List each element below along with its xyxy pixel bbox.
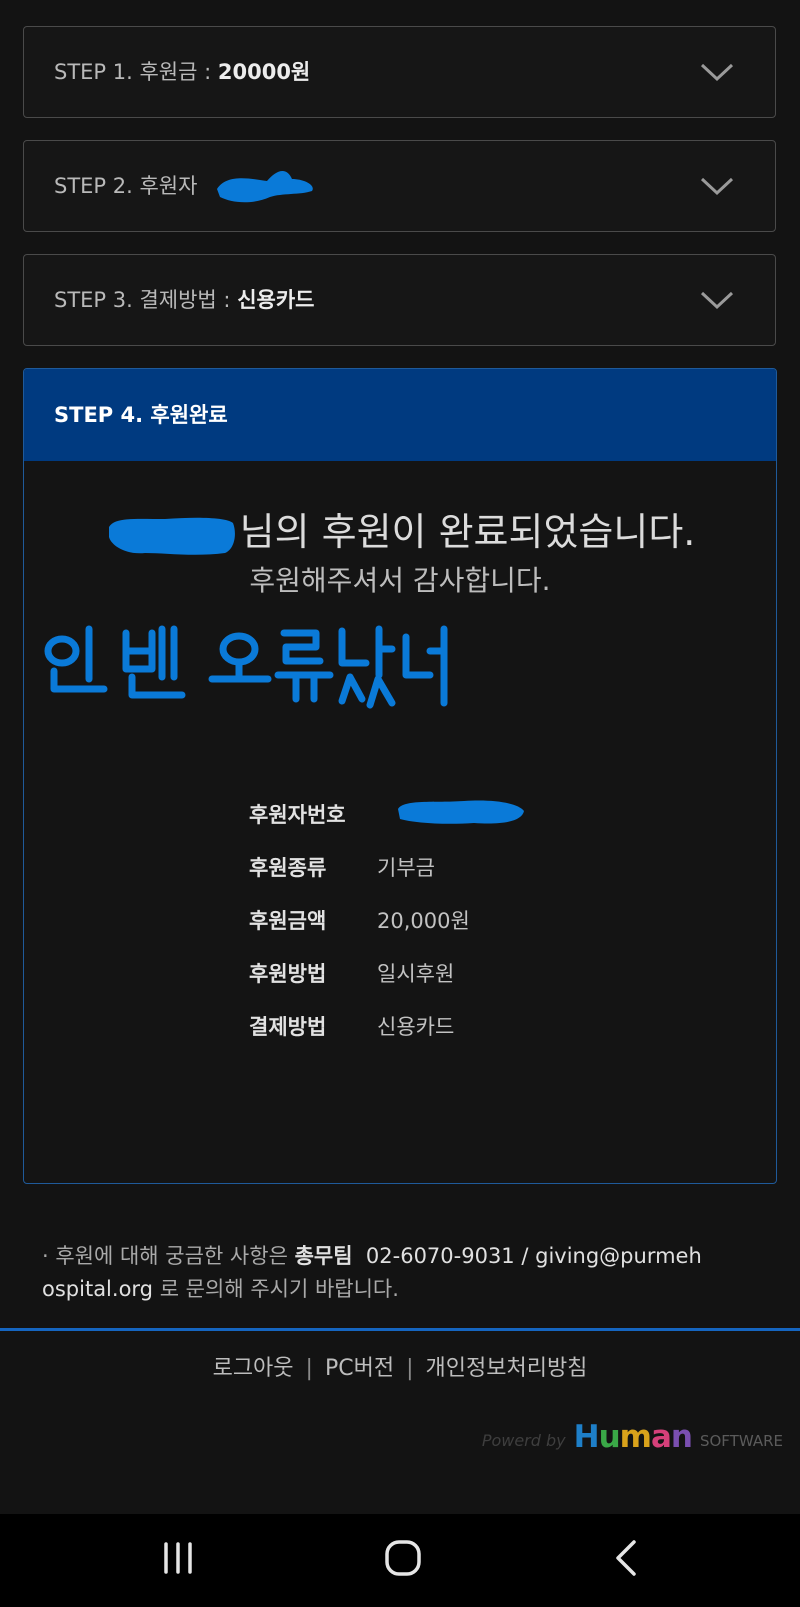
- step-4-header: STEP 4. 후원완료: [24, 369, 776, 461]
- detail-value: 신용카드: [377, 1015, 455, 1039]
- detail-value: 일시후원: [377, 962, 455, 986]
- brand-logo: Human: [573, 1419, 693, 1455]
- step-2-label: STEP 2. 후원자: [54, 174, 198, 198]
- detail-key: 후원종류: [249, 856, 327, 880]
- contact-team: 총무팀: [294, 1244, 353, 1268]
- detail-key: 후원방법: [249, 962, 327, 986]
- step-3-label: STEP 3. 결제방법 :: [54, 288, 238, 312]
- thanks-message: 후원해주셔서 감사합니다.: [249, 564, 551, 597]
- chevron-down-icon[interactable]: [699, 285, 735, 315]
- contact-info: · 후원에 대해 궁금한 사항은 총무팀 02-6070-9031 / givi…: [42, 1244, 702, 1301]
- detail-value: 20,000원: [377, 909, 470, 933]
- chevron-down-icon[interactable]: [699, 57, 735, 87]
- step-2-header[interactable]: STEP 2. 후원자: [23, 140, 776, 232]
- detail-key: 후원자번호: [249, 803, 346, 827]
- step-4-panel: STEP 4. 후원완료 님의 후원이 완료되었습니다. 후원해주셔서 감사합니…: [23, 368, 777, 1184]
- logout-link[interactable]: 로그아웃: [213, 1356, 294, 1381]
- divider: [0, 1328, 800, 1331]
- step-1-value: 20000원: [217, 60, 311, 84]
- system-nav-bar: [0, 1514, 800, 1607]
- contact-phone[interactable]: 02-6070-9031: [366, 1244, 515, 1268]
- pc-version-link[interactable]: PC버전: [325, 1356, 394, 1381]
- powered-by-logo: Powerd by Human SOFTWARE: [481, 1419, 783, 1455]
- recent-apps-icon[interactable]: [160, 1540, 196, 1576]
- redaction-scribble: [398, 800, 524, 824]
- handwritten-annotation: [44, 625, 448, 709]
- step-4-title: STEP 4. 후원완료: [54, 403, 228, 427]
- redaction-scribble: [217, 170, 313, 203]
- detail-value: 기부금: [377, 856, 435, 880]
- footer-links: 로그아웃 | PC버전 | 개인정보처리방침: [212, 1356, 588, 1381]
- step-1-label: STEP 1. 후원금 :: [54, 60, 218, 84]
- home-icon[interactable]: [383, 1538, 423, 1578]
- privacy-policy-link[interactable]: 개인정보처리방침: [426, 1356, 588, 1381]
- step-3-header[interactable]: STEP 3. 결제방법 : 신용카드: [23, 254, 776, 346]
- step-3-value: 신용카드: [237, 288, 315, 312]
- completion-message: 님의 후원이 완료되었습니다.: [24, 501, 776, 557]
- step-1-header[interactable]: STEP 1. 후원금 : 20000원: [23, 26, 776, 118]
- back-icon[interactable]: [612, 1538, 640, 1578]
- contact-email[interactable]: giving@purmeh: [535, 1244, 702, 1268]
- detail-key: 후원금액: [249, 909, 327, 933]
- contact-email-cont[interactable]: ospital.org: [42, 1277, 153, 1301]
- redaction-scribble: [108, 517, 235, 555]
- chevron-down-icon[interactable]: [699, 171, 735, 201]
- detail-key: 결제방법: [249, 1015, 327, 1039]
